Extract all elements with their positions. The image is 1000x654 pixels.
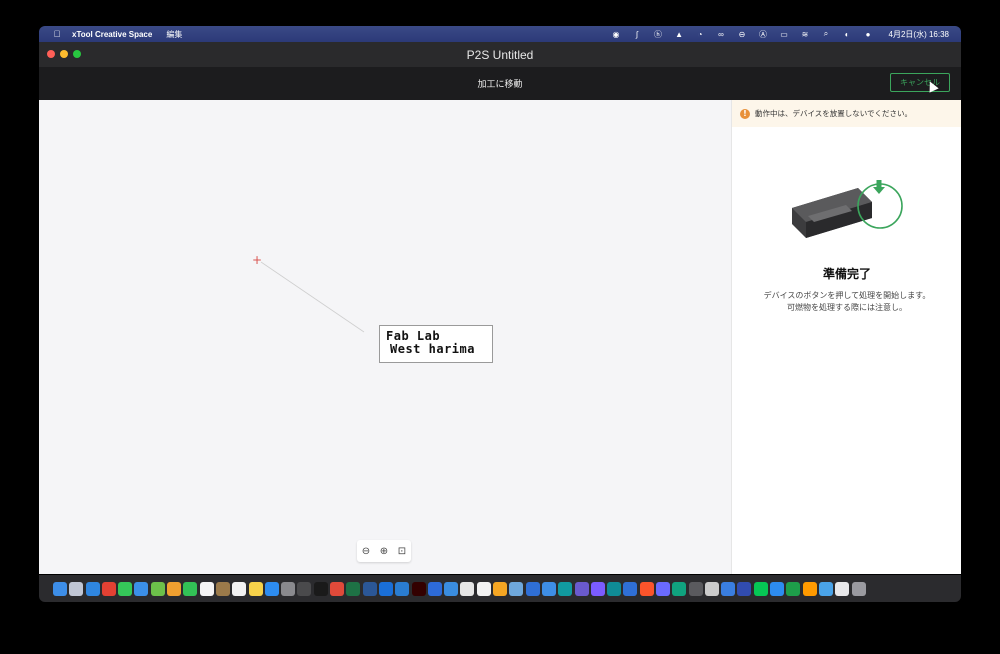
dock-script-editor-icon[interactable]: [704, 581, 719, 596]
dock-notes-icon[interactable]: [248, 581, 263, 596]
dock-chatgpt-icon[interactable]: [672, 581, 687, 596]
dock-launchpad-icon[interactable]: [69, 581, 84, 596]
status-panel: ! 動作中は、デバイスを放置しないでください。 準備完了 デバイスのボタンを押し…: [731, 100, 961, 574]
text-input-icon[interactable]: Ⓐ: [753, 29, 774, 39]
dock-alarm-icon[interactable]: [444, 581, 459, 596]
dock-mail-icon[interactable]: [134, 581, 149, 596]
dock-safari-icon[interactable]: [85, 581, 100, 596]
dock-finder-icon[interactable]: [53, 581, 67, 596]
wifi-icon[interactable]: ≋: [795, 29, 816, 39]
artwork-line-2: West harima: [390, 342, 475, 356]
dock-github-desktop-icon[interactable]: [688, 581, 703, 596]
dock-sourcetree-icon[interactable]: [623, 581, 638, 596]
dock-messenger-icon[interactable]: [590, 581, 605, 596]
dock-gallery-icon[interactable]: [509, 581, 524, 596]
dock-facetime-icon[interactable]: [183, 581, 198, 596]
zoom-out-icon[interactable]: ⊖: [359, 546, 373, 557]
dock-zoom-icon[interactable]: [427, 581, 442, 596]
menu-edit[interactable]: 編集: [166, 29, 182, 40]
siri-icon[interactable]: ●: [858, 29, 879, 39]
dock-1password-icon[interactable]: [378, 581, 393, 596]
dock-system-settings-icon[interactable]: [281, 581, 296, 596]
ready-desc-line-1: デバイスのボタンを押して処理を開始します。: [763, 291, 931, 300]
pie-icon[interactable]: ◔: [690, 29, 711, 39]
dock-photos-icon[interactable]: [167, 581, 182, 596]
dock-app-store-icon[interactable]: [264, 581, 279, 596]
vpn-icon[interactable]: ⊖: [732, 29, 753, 39]
dock-figma-icon[interactable]: [655, 581, 670, 596]
s-icon[interactable]: ∫: [627, 29, 648, 39]
record-icon[interactable]: ◉: [606, 29, 627, 39]
minimize-window-button[interactable]: [60, 50, 68, 58]
fit-to-screen-icon[interactable]: ⊡: [395, 546, 409, 557]
dock-word-icon[interactable]: [362, 581, 377, 596]
drive-icon[interactable]: ▲: [669, 29, 690, 39]
dock: [39, 575, 961, 602]
menubar-clock[interactable]: 4月2日(水) 16:38: [889, 29, 949, 40]
dock-document-icon[interactable]: [835, 581, 850, 596]
artwork-object[interactable]: Fab Lab West harima: [379, 325, 493, 363]
creative-cloud-icon[interactable]: ∞: [711, 29, 732, 39]
work-canvas[interactable]: + Fab Lab West harima ⊖ ⊕ ⊡: [39, 100, 731, 574]
search-icon[interactable]: ⌕: [816, 29, 837, 39]
laser-device-icon: [792, 180, 903, 238]
dock-xtool-creative-space-icon[interactable]: [770, 581, 785, 596]
ready-title: 準備完了: [822, 267, 871, 281]
zoom-controls: ⊖ ⊕ ⊡: [357, 540, 411, 562]
apple-menu-icon[interactable]: : [52, 29, 62, 39]
dock-illustrator-2-icon[interactable]: [802, 581, 817, 596]
window-titlebar[interactable]: P2S Untitled: [39, 42, 961, 67]
dock-trash-icon[interactable]: [851, 581, 866, 596]
status-area: ◉ ∫ ⓗ ▲ ◔ ∞ ⊖ Ⓐ ▭ ≋ ⌕ ◐ ● 4月2日(水) 16:38: [606, 29, 949, 40]
dock-brave-icon[interactable]: [639, 581, 654, 596]
warning-text: 動作中は、デバイスを放置しないでください。: [755, 109, 913, 118]
dock-vscode-icon[interactable]: [395, 581, 410, 596]
dock-blank-app-icon[interactable]: [460, 581, 475, 596]
dock-copilot-icon[interactable]: [525, 581, 540, 596]
cancel-button[interactable]: キャンセル: [890, 73, 950, 92]
dock-messages-icon[interactable]: [118, 581, 133, 596]
toolbar-title: 加工に移動: [477, 80, 523, 90]
app-window: P2S Untitled 加工に移動 キャンセル + Fab Lab West …: [39, 42, 961, 574]
dock-imovie-icon[interactable]: [574, 581, 589, 596]
close-window-button[interactable]: [47, 50, 55, 58]
hk-icon[interactable]: ⓗ: [648, 29, 669, 39]
dock-home-icon[interactable]: [493, 581, 508, 596]
dock-preview-icon[interactable]: [297, 581, 312, 596]
warning-icon: !: [740, 108, 750, 119]
dock-kicad-icon[interactable]: [737, 581, 752, 596]
dock-photo-editor-icon[interactable]: [330, 581, 345, 596]
dock-arduino-ide-icon[interactable]: [607, 581, 622, 596]
dock-line-icon[interactable]: [753, 581, 768, 596]
dock-terminal-icon[interactable]: [313, 581, 328, 596]
dock-x-app-icon[interactable]: [786, 581, 801, 596]
dock-calendar-icon[interactable]: [199, 581, 214, 596]
ready-description: デバイスのボタンを押して処理を開始します。 可燃物を処理する際には注意し。: [732, 290, 961, 314]
origin-marker-icon: +: [252, 253, 263, 267]
process-toolbar: 加工に移動 キャンセル: [39, 67, 961, 100]
zoom-in-icon[interactable]: ⊕: [377, 546, 391, 557]
dock-tasks-icon[interactable]: [721, 581, 736, 596]
dock-notes-brown-icon[interactable]: [215, 581, 230, 596]
warning-banner: ! 動作中は、デバイスを放置しないでください。: [732, 100, 961, 127]
ready-desc-line-2: 可燃物を処理する際には注意し。: [787, 303, 907, 312]
dock-chrome-icon[interactable]: [101, 581, 116, 596]
dock-github-icon[interactable]: [476, 581, 491, 596]
dock-illustrator-icon[interactable]: [411, 581, 426, 596]
control-center-icon[interactable]: ◐: [837, 29, 858, 39]
dock-arduino-icon[interactable]: [558, 581, 573, 596]
window-title: P2S Untitled: [466, 47, 534, 62]
dock-reminders-icon[interactable]: [232, 581, 247, 596]
app-name-menu[interactable]: xTool Creative Space: [72, 30, 152, 39]
dock-folder-icon[interactable]: [818, 581, 833, 596]
dock-prompt-icon[interactable]: [541, 581, 556, 596]
dock-maps-icon[interactable]: [150, 581, 165, 596]
menu-bar:  xTool Creative Space 編集 ◉ ∫ ⓗ ▲ ◔ ∞ ⊖ …: [39, 26, 961, 42]
battery-icon[interactable]: ▭: [774, 29, 795, 39]
zoom-window-button[interactable]: [73, 50, 81, 58]
dock-excel-icon[interactable]: [346, 581, 361, 596]
